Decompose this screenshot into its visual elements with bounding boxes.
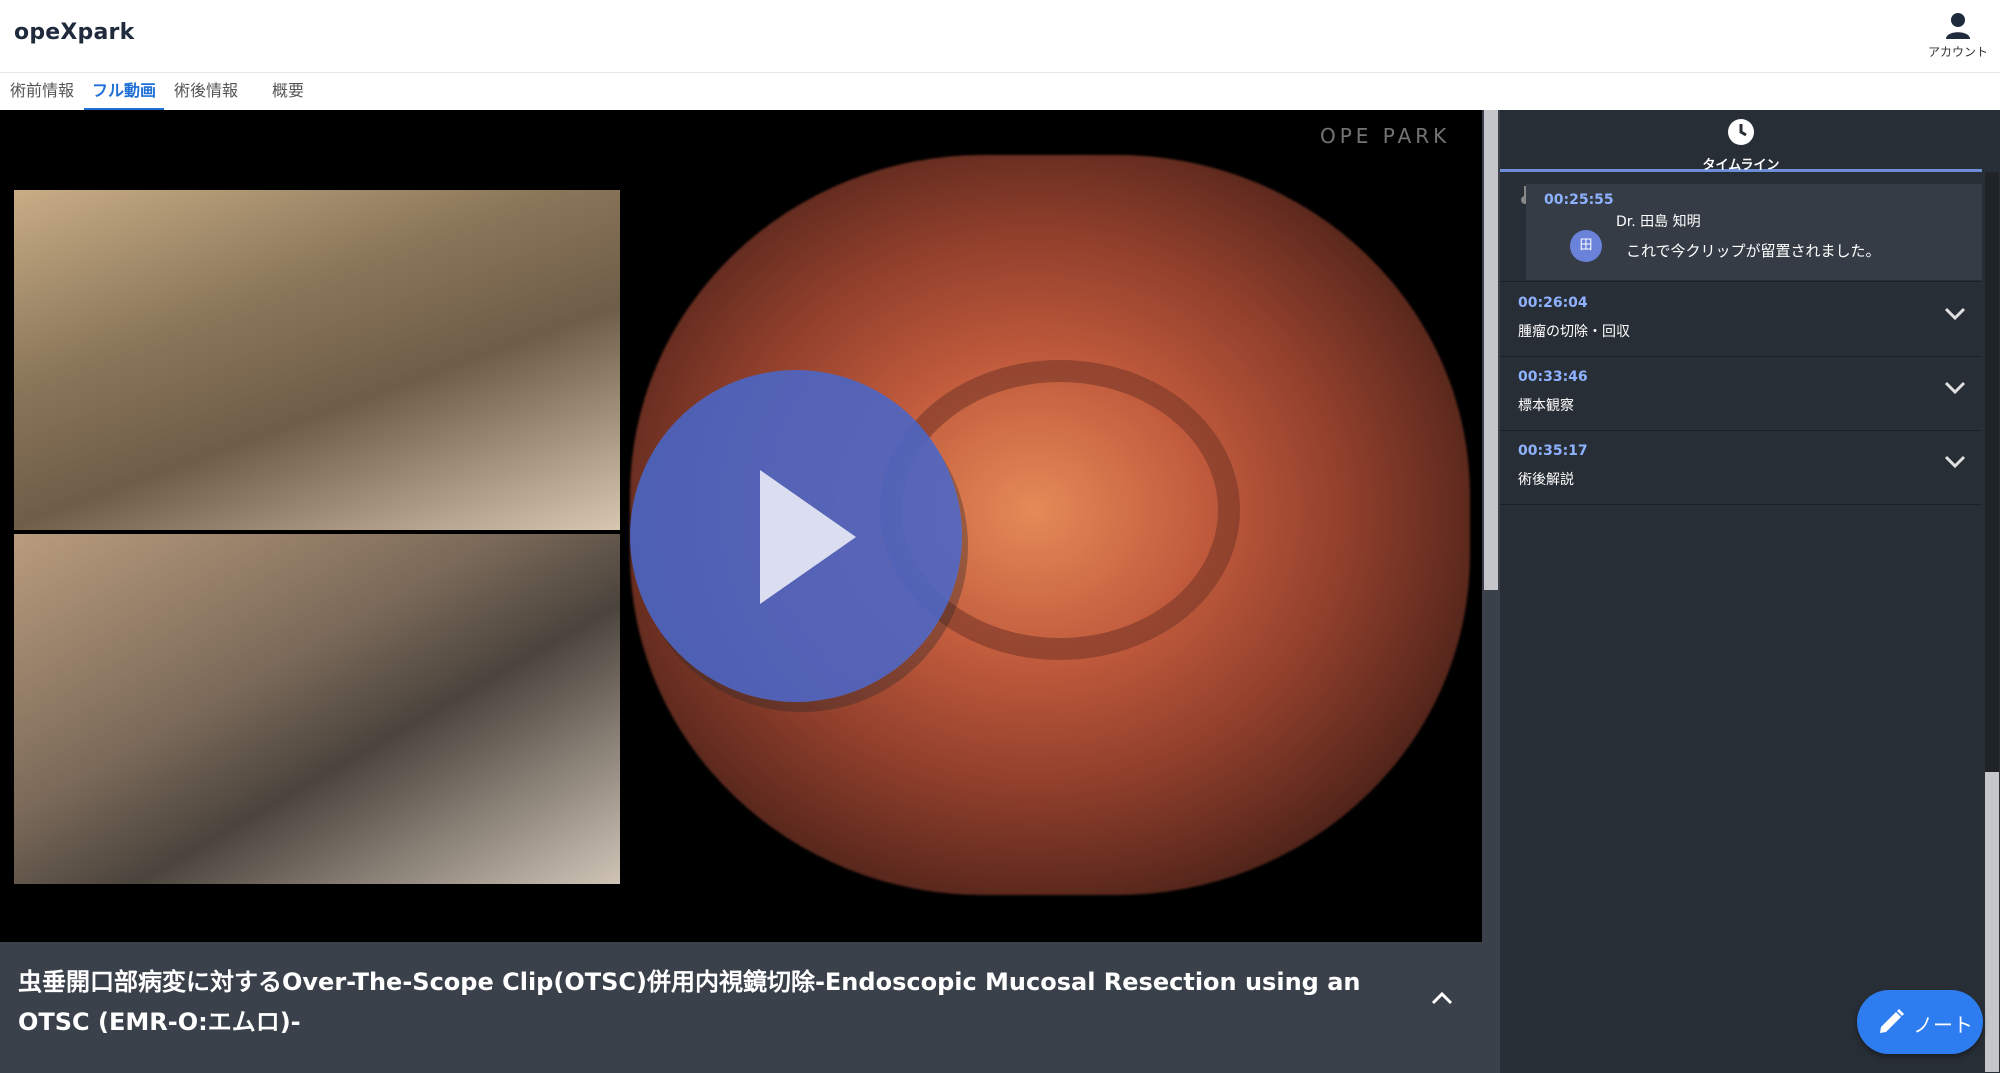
tab-summary[interactable]: 概要 — [264, 73, 312, 111]
entry-time[interactable]: 00:33:46 — [1518, 369, 1588, 385]
chevron-down-icon[interactable] — [1944, 381, 1966, 395]
account-button[interactable]: アカウント — [1920, 12, 1996, 68]
timeline-entry-open: 00:25:55 Dr. 田島 知明 田 これで今クリップが留置されました。 — [1500, 176, 1982, 282]
room-camera-top — [14, 190, 620, 530]
room-camera-bottom — [14, 534, 620, 884]
timeline-panel: タイムライン 00:25:55 Dr. 田島 知明 田 これで今クリップが留置さ… — [1500, 110, 2000, 1073]
tab-postop-info[interactable]: 術後情報 — [166, 73, 246, 111]
entry-label: 術後解説 — [1518, 472, 1574, 488]
user-icon — [1946, 13, 1970, 39]
chevron-up-icon — [1431, 991, 1453, 1005]
page-scrollbar-thumb[interactable] — [1484, 110, 1498, 590]
avatar: 田 — [1570, 230, 1602, 262]
timeline-entry[interactable]: 00:33:46 標本観察 — [1500, 357, 1982, 431]
timeline-label: タイムライン — [1702, 158, 1780, 173]
tab-full-video[interactable]: フル動画 — [84, 73, 165, 111]
play-icon — [760, 470, 856, 604]
video-title: 虫垂開口部病変に対するOver-The-Scope Clip(OTSC)併用内視… — [18, 968, 1361, 1036]
timeline-tab[interactable]: タイムライン — [1500, 110, 1982, 173]
entry-time[interactable]: 00:35:17 — [1518, 443, 1588, 459]
timeline-scrollbar-thumb[interactable] — [1985, 772, 1999, 1072]
page-scrollbar[interactable] — [1482, 110, 1500, 1073]
timeline-scrollbar[interactable] — [1982, 172, 2000, 1073]
comment-author: Dr. 田島 知明 — [1616, 214, 1701, 230]
comment-text: これで今クリップが留置されました。 — [1626, 242, 1881, 260]
account-label: アカウント — [1927, 45, 1988, 59]
video-watermark: OPE PARK — [1320, 124, 1451, 148]
video-info-bar: 虫垂開口部病変に対するOver-The-Scope Clip(OTSC)併用内視… — [0, 942, 1482, 1073]
chevron-down-icon[interactable] — [1944, 307, 1966, 321]
chevron-down-icon[interactable] — [1944, 455, 1966, 469]
entry-time[interactable]: 00:26:04 — [1518, 295, 1588, 311]
note-button[interactable]: ノート — [1857, 990, 1983, 1054]
comment-card: 00:25:55 Dr. 田島 知明 田 これで今クリップが留置されました。 — [1526, 184, 1982, 280]
pencil-icon — [1880, 1009, 1904, 1033]
play-button[interactable] — [630, 370, 962, 702]
app-header: opeXpark アカウント — [0, 0, 2000, 72]
tab-preop-info[interactable]: 術前情報 — [2, 73, 82, 111]
entry-label: 標本観察 — [1518, 398, 1574, 414]
video-player[interactable]: OPE PARK — [0, 110, 1482, 942]
timeline-entry[interactable]: 00:26:04 腫瘤の切除・回収 — [1500, 283, 1982, 357]
comment-time[interactable]: 00:25:55 — [1544, 192, 1614, 208]
timeline-entry[interactable]: 00:35:17 術後解説 — [1500, 431, 1982, 505]
collapse-button[interactable] — [1430, 990, 1454, 1010]
clock-icon — [1728, 119, 1754, 145]
tab-bar: 術前情報 フル動画 術後情報 概要 — [0, 72, 2000, 111]
entry-label: 腫瘤の切除・回収 — [1518, 324, 1630, 340]
app-logo[interactable]: opeXpark — [14, 20, 134, 45]
note-button-label: ノート — [1913, 1013, 1973, 1037]
